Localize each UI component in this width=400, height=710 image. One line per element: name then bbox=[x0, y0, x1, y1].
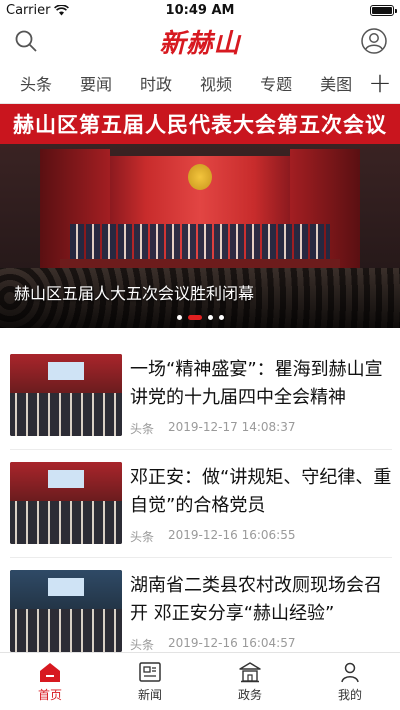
category-tabs: 头条 要闻 时政 视频 专题 美图 关 + bbox=[0, 62, 400, 104]
tab-photos[interactable]: 美图 bbox=[306, 71, 360, 95]
carousel-dot[interactable] bbox=[176, 315, 182, 320]
person-icon bbox=[341, 662, 359, 682]
tab-topics[interactable]: 专题 bbox=[246, 71, 306, 95]
nav-home-label: 首页 bbox=[37, 687, 62, 702]
headline-carousel[interactable]: 赫山区第五届人民代表大会第五次会议 赫山区五届人大五次会议胜利闭幕 bbox=[0, 104, 400, 328]
news-title[interactable]: 一场“精神盛宴”：瞿海到赫山宣讲党的十九届四中全会精神 bbox=[130, 356, 392, 412]
carousel-dot-active[interactable] bbox=[187, 315, 202, 320]
add-tab-button[interactable]: + bbox=[360, 66, 400, 99]
news-thumbnail bbox=[10, 354, 122, 436]
news-timestamp: 2019-12-17 14:08:37 bbox=[168, 420, 296, 434]
news-meta: 头条 2019-12-16 16:04:57 bbox=[130, 636, 392, 653]
carrier-label: Carrier bbox=[6, 2, 51, 18]
tab-headlines[interactable]: 头条 bbox=[6, 71, 66, 95]
wifi-icon bbox=[54, 4, 70, 15]
user-circle-icon bbox=[361, 28, 387, 54]
news-category: 头条 bbox=[130, 422, 155, 436]
news-category: 头条 bbox=[130, 530, 155, 544]
tab-important-news[interactable]: 要闻 bbox=[66, 71, 126, 95]
news-list: 一场“精神盛宴”：瞿海到赫山宣讲党的十九届四中全会精神 头条 2019-12-1… bbox=[0, 350, 400, 666]
nav-news[interactable]: 新闻 bbox=[100, 653, 200, 710]
home-icon bbox=[40, 662, 60, 682]
carousel-dot[interactable] bbox=[207, 315, 213, 320]
news-meta: 头条 2019-12-17 14:08:37 bbox=[130, 420, 392, 437]
battery-fill bbox=[372, 6, 392, 14]
news-title[interactable]: 湖南省二类县农村改厕现场会召开 邓正安分享“赫山经验” bbox=[130, 572, 392, 628]
national-emblem bbox=[188, 164, 212, 190]
news-item[interactable]: 邓正安：做“讲规矩、守纪律、重自觉”的合格党员 头条 2019-12-16 16… bbox=[10, 458, 392, 558]
news-item[interactable]: 一场“精神盛宴”：瞿海到赫山宣讲党的十九届四中全会精神 头条 2019-12-1… bbox=[10, 350, 392, 450]
news-body: 湖南省二类县农村改厕现场会召开 邓正安分享“赫山经验” 头条 2019-12-1… bbox=[130, 570, 392, 653]
news-body: 邓正安：做“讲规矩、守纪律、重自觉”的合格党员 头条 2019-12-16 16… bbox=[130, 462, 392, 545]
news-item[interactable]: 湖南省二类县农村改厕现场会召开 邓正安分享“赫山经验” 头条 2019-12-1… bbox=[10, 566, 392, 666]
search-button[interactable] bbox=[12, 27, 40, 55]
carousel-dot[interactable] bbox=[218, 315, 224, 320]
nav-mine-label: 我的 bbox=[337, 687, 362, 702]
news-meta: 头条 2019-12-16 16:06:55 bbox=[130, 528, 392, 545]
slide-banner-text: 赫山区第五届人民代表大会第五次会议 bbox=[0, 104, 400, 144]
nav-home[interactable]: 首页 bbox=[0, 653, 100, 710]
news-category: 头条 bbox=[130, 638, 155, 652]
news-title[interactable]: 邓正安：做“讲规矩、守纪律、重自觉”的合格党员 bbox=[130, 464, 392, 520]
news-timestamp: 2019-12-16 16:04:57 bbox=[168, 636, 296, 650]
search-icon bbox=[15, 30, 37, 52]
status-bar: Carrier 10:49 AM bbox=[0, 0, 400, 20]
spacer bbox=[0, 328, 400, 350]
bottom-nav: 首页 新闻 政务 我的 bbox=[0, 652, 400, 710]
tab-list: 头条 要闻 时政 视频 专题 美图 关 bbox=[0, 71, 360, 95]
nav-mine[interactable]: 我的 bbox=[300, 653, 400, 710]
nav-government[interactable]: 政务 bbox=[200, 653, 300, 710]
nav-news-label: 新闻 bbox=[137, 687, 162, 702]
news-thumbnail bbox=[10, 462, 122, 544]
app-logo: 新赫山 bbox=[159, 28, 241, 59]
battery-icon bbox=[370, 4, 397, 16]
news-thumbnail bbox=[10, 570, 122, 652]
news-timestamp: 2019-12-16 16:06:55 bbox=[168, 528, 296, 542]
government-building-icon bbox=[239, 661, 261, 682]
status-left: Carrier bbox=[6, 2, 70, 18]
news-body: 一场“精神盛宴”：瞿海到赫山宣讲党的十九届四中全会精神 头条 2019-12-1… bbox=[130, 354, 392, 437]
profile-button[interactable] bbox=[360, 27, 388, 55]
tab-politics[interactable]: 时政 bbox=[126, 71, 186, 95]
nav-government-label: 政务 bbox=[237, 687, 262, 702]
tab-video[interactable]: 视频 bbox=[186, 71, 246, 95]
newspaper-icon bbox=[139, 661, 161, 682]
slide-caption[interactable]: 赫山区五届人大五次会议胜利闭幕 bbox=[14, 280, 254, 304]
carousel-indicator bbox=[0, 315, 400, 320]
app-header: 新赫山 bbox=[0, 20, 400, 62]
